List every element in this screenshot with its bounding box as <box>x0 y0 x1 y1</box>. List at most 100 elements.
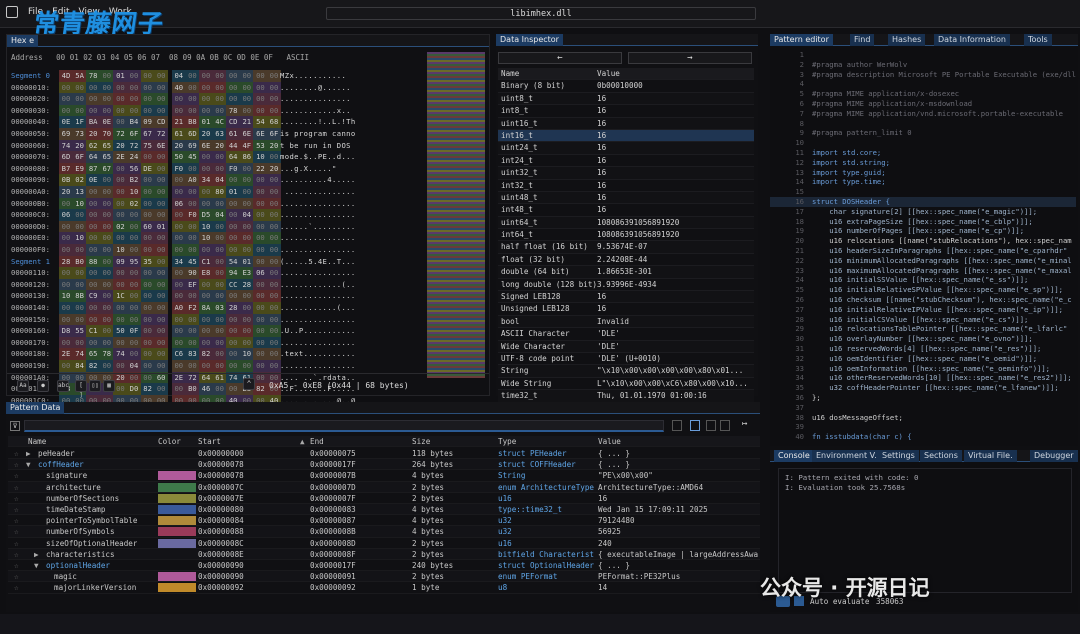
hex-byte[interactable]: 0E <box>59 116 73 128</box>
hex-byte[interactable]: 00 <box>154 162 169 175</box>
hex-byte[interactable]: DE <box>140 162 155 175</box>
hex-byte[interactable]: 00 <box>72 302 87 314</box>
abc-icon[interactable]: abc <box>57 380 69 392</box>
hex-byte[interactable]: B0 <box>72 255 87 268</box>
hex-byte[interactable]: 20 <box>86 128 101 140</box>
hex-byte[interactable]: 00 <box>199 162 213 175</box>
hex-byte[interactable]: 00 <box>199 313 213 326</box>
hex-byte[interactable]: 10 <box>72 232 87 244</box>
inspector-row[interactable]: int32_t 16 <box>498 180 754 192</box>
hex-byte[interactable]: 00 <box>59 197 73 210</box>
hex-byte[interactable]: 00 <box>212 348 227 360</box>
code-line[interactable]: 38 u16 dosMessageOffset; <box>770 413 1076 423</box>
hex-byte[interactable]: 00 <box>127 313 141 326</box>
hex-ascii[interactable]: t be run in DOS <box>280 140 356 152</box>
hex-byte[interactable]: 00 <box>99 278 114 291</box>
hex-byte[interactable]: 6F <box>267 128 281 140</box>
hex-byte[interactable]: 00 <box>199 93 213 105</box>
hex-byte[interactable]: 00 <box>127 93 141 105</box>
inspector-row[interactable]: int8_t 16 <box>498 105 754 118</box>
inspector-value[interactable]: 16 <box>597 142 606 153</box>
favorite-star-icon[interactable]: ☆ <box>14 515 19 526</box>
code-line[interactable]: 26 u16 checksum [[name("stubChecksum"), … <box>770 295 1076 305</box>
hex-byte[interactable]: 00 <box>199 360 213 372</box>
hex-byte[interactable]: 82 <box>86 360 101 372</box>
hex-byte[interactable]: 00 <box>59 313 73 326</box>
code-line[interactable]: 30 u16 overlayNumber [[hex::spec_name("e… <box>770 334 1076 344</box>
hex-byte[interactable]: 60 <box>140 220 155 233</box>
hex-byte[interactable]: 00 <box>86 244 101 256</box>
hex-byte[interactable]: B4 <box>127 116 141 128</box>
hex-byte[interactable]: 00 <box>239 290 254 302</box>
hex-byte[interactable]: 00 <box>267 220 281 233</box>
hex-byte[interactable]: 8B <box>72 290 87 302</box>
inspector-value[interactable]: 16 <box>597 204 606 215</box>
hex-byte[interactable]: 00 <box>267 151 281 163</box>
tab-virtual-files[interactable]: Virtual File. <box>964 450 1017 462</box>
tab-sections[interactable]: Sections <box>920 450 962 462</box>
hex-byte[interactable]: 06 <box>171 197 186 210</box>
hex-ascii[interactable]: ............x.. <box>280 105 351 117</box>
hex-byte[interactable]: 00 <box>212 104 227 117</box>
code-line[interactable]: 7 #pragma MIME application/vnd.microsoft.… <box>770 109 1076 119</box>
hex-byte[interactable]: B8 <box>185 116 200 128</box>
hex-byte[interactable]: 00 <box>239 197 254 210</box>
hex-byte[interactable]: 00 <box>212 267 227 279</box>
code-line[interactable]: 23 u16 maximumAllocatedParagraphs [[hex:… <box>770 266 1076 276</box>
hex-byte[interactable]: 00 <box>239 360 254 372</box>
hex-byte[interactable]: 00 <box>171 325 186 337</box>
hex-byte[interactable]: 00 <box>171 360 186 372</box>
favorite-star-icon[interactable]: ☆ <box>14 549 19 560</box>
hex-byte[interactable]: 95 <box>127 255 141 268</box>
hex-byte[interactable]: 64 <box>226 151 241 163</box>
hex-byte[interactable]: 45 <box>185 151 200 163</box>
hex-byte[interactable]: 00 <box>267 186 281 198</box>
code-line[interactable]: 11 import std.core; <box>770 148 1076 158</box>
hex-byte[interactable]: 00 <box>212 232 227 244</box>
window-title[interactable]: libimhex.dll <box>326 7 756 20</box>
hex-ascii[interactable]: ..........4..... <box>280 174 356 186</box>
inspector-row[interactable]: bool Invalid <box>498 315 754 329</box>
hex-byte[interactable]: 00 <box>199 197 213 210</box>
hex-byte[interactable]: 00 <box>185 360 200 372</box>
inspector-row[interactable]: time32_t Thu, 01.01.1970 01:00:16 <box>498 390 754 403</box>
hex-byte[interactable]: 2E <box>113 151 128 163</box>
hex-byte[interactable]: 00 <box>171 336 186 349</box>
hex-minimap[interactable] <box>427 52 485 378</box>
inspector-value[interactable]: 'DLE' <box>597 341 620 352</box>
hex-byte[interactable]: 00 <box>99 186 114 198</box>
hex-byte[interactable]: 50 <box>113 325 128 337</box>
hex-byte[interactable]: 00 <box>267 278 281 291</box>
hex-byte[interactable]: 72 <box>154 128 169 140</box>
hex-byte[interactable]: 69 <box>59 128 73 140</box>
hex-byte[interactable]: 00 <box>113 209 128 221</box>
hex-byte[interactable]: 0F <box>127 325 141 337</box>
inspector-row[interactable]: double (64 bit) 1.86653E-301 <box>498 266 754 279</box>
inspector-row[interactable]: int16_t 16 <box>498 129 754 143</box>
hex-byte[interactable]: 00 <box>154 244 169 256</box>
pattern-row[interactable]: ☆ pointerToSymbolTable 0x00000084 0x0000008… <box>8 515 760 527</box>
hex-byte[interactable]: 00 <box>113 267 128 279</box>
code-line[interactable]: 13 import type.guid; <box>770 168 1076 178</box>
hex-byte[interactable]: 00 <box>226 81 241 94</box>
hex-byte[interactable]: 00 <box>72 81 87 94</box>
hex-byte[interactable]: 06 <box>253 267 268 279</box>
hex-byte[interactable]: 2E <box>59 348 73 360</box>
hex-byte[interactable]: E9 <box>72 162 87 175</box>
favorite-star-icon[interactable]: ☆ <box>14 560 19 571</box>
hex-byte[interactable]: 80 <box>212 186 227 198</box>
tab-find[interactable]: Find <box>850 34 875 46</box>
hex-byte[interactable]: 00 <box>154 267 169 279</box>
code-line[interactable]: 39 <box>770 422 1076 432</box>
hex-byte[interactable]: 00 <box>113 336 128 349</box>
hex-byte[interactable]: 00 <box>59 278 73 291</box>
hex-byte[interactable]: 00 <box>99 174 114 186</box>
hex-byte[interactable]: 00 <box>99 81 114 94</box>
hex-byte[interactable]: 00 <box>99 220 114 233</box>
hex-byte[interactable]: 00 <box>127 232 141 244</box>
hex-byte[interactable]: 00 <box>113 116 128 128</box>
inspector-row[interactable]: Signed LEB128 16 <box>498 291 754 304</box>
hex-byte[interactable]: 00 <box>113 104 128 117</box>
case-toggle-icon[interactable]: Aa <box>17 380 29 392</box>
hex-byte[interactable]: 00 <box>199 70 213 82</box>
